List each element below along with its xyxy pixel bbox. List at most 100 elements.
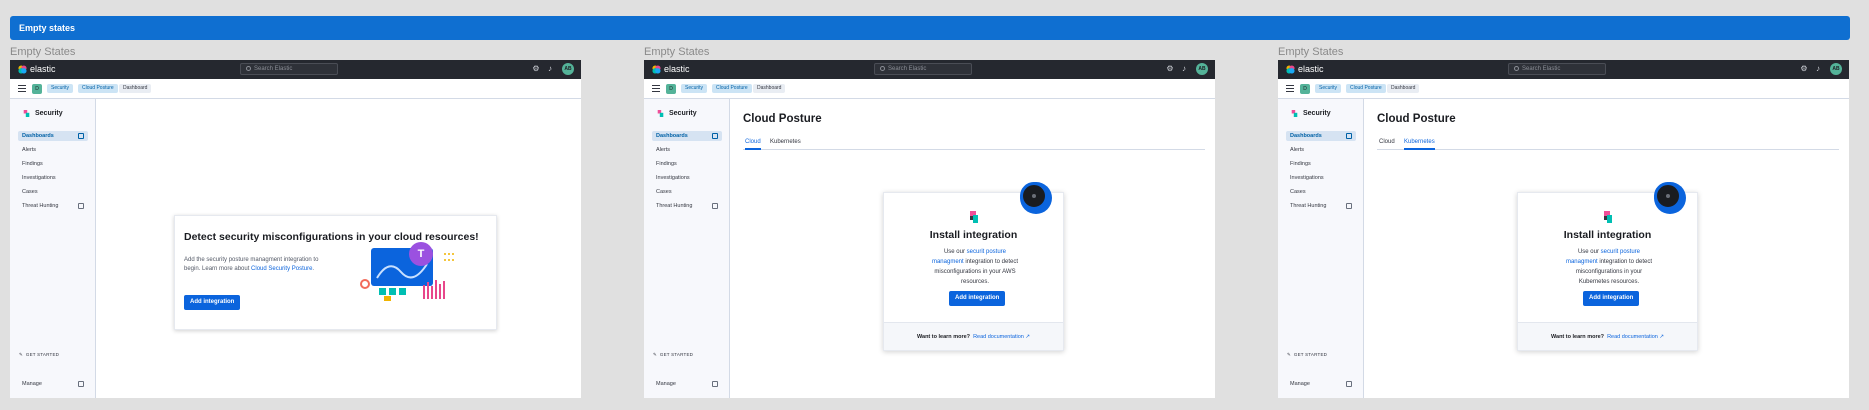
help-icon[interactable]: ⚙ (532, 65, 540, 73)
bell-icon[interactable]: ♪ (546, 65, 554, 73)
nav-label: Cases (656, 189, 672, 195)
search-input[interactable]: Search Elastic (874, 63, 972, 75)
bell-icon[interactable]: ♪ (1814, 65, 1822, 73)
hamburger-icon[interactable] (18, 85, 26, 92)
sidebar-title-text: Security (1303, 110, 1331, 117)
read-documentation-link[interactable]: Read documentation (1607, 334, 1658, 340)
elastic-logo[interactable]: elastic (18, 64, 56, 74)
sidebar-item-threat-hunting[interactable]: Threat Hunting (1286, 201, 1356, 211)
side-nav: Security Dashboards Alerts Findings Inve… (644, 99, 730, 398)
nav-label: Investigations (1290, 175, 1324, 181)
user-avatar[interactable]: AB (1196, 63, 1208, 75)
grid-icon[interactable] (78, 203, 84, 209)
tab-kubernetes[interactable]: Kubernetes (770, 137, 801, 150)
sidebar-item-alerts[interactable]: Alerts (1286, 145, 1356, 155)
space-badge[interactable]: D (32, 84, 42, 94)
grid-icon[interactable] (1346, 133, 1352, 139)
grid-icon[interactable] (712, 381, 718, 387)
breadcrumb-bar: D Security Cloud Posture Dashboard (10, 79, 581, 99)
empty-state-panel: Detect security misconfigurations in you… (174, 215, 497, 330)
breadcrumb-cloud-posture[interactable]: Cloud Posture (78, 84, 118, 93)
sidebar-item-cases[interactable]: Cases (652, 187, 722, 197)
sidebar-item-dashboards[interactable]: Dashboards (1286, 131, 1356, 141)
grid-icon[interactable] (712, 203, 718, 209)
nav-label: Threat Hunting (656, 203, 693, 209)
footer-question: Want to learn more? (1551, 334, 1604, 340)
grid-icon[interactable] (78, 381, 84, 387)
sidebar-item-findings[interactable]: Findings (652, 159, 722, 169)
nav-label: Investigations (656, 175, 690, 181)
search-input[interactable]: Search Elastic (240, 63, 338, 75)
top-header: elastic Search Elastic ⚙ ♪ AB (10, 60, 581, 79)
record-knob-icon (1654, 182, 1682, 210)
user-avatar[interactable]: AB (1830, 63, 1842, 75)
search-placeholder: Search Elastic (1522, 66, 1561, 72)
breadcrumb-cloud-posture[interactable]: Cloud Posture (712, 84, 752, 93)
sidebar-item-cases[interactable]: Cases (18, 187, 88, 197)
breadcrumb-cloud-posture[interactable]: Cloud Posture (1346, 84, 1386, 93)
get-started-link[interactable]: ✎ GET STARTED (1287, 352, 1327, 358)
top-header: elastic Search Elastic ⚙ ♪ AB (644, 60, 1215, 79)
rocket-icon: ✎ (1287, 352, 1291, 357)
grid-icon[interactable] (712, 133, 718, 139)
sidebar-item-findings[interactable]: Findings (18, 159, 88, 169)
grid-icon[interactable] (78, 133, 84, 139)
tab-cloud[interactable]: Cloud (745, 137, 761, 150)
add-integration-button[interactable]: Add integration (1583, 291, 1640, 306)
sidebar-item-threat-hunting[interactable]: Threat Hunting (652, 201, 722, 211)
space-badge[interactable]: D (1300, 84, 1310, 94)
page-title: Cloud Posture (743, 113, 822, 125)
elastic-logo[interactable]: elastic (1286, 64, 1324, 74)
hamburger-icon[interactable] (652, 85, 660, 92)
breadcrumb-security[interactable]: Security (1315, 84, 1342, 93)
breadcrumb-security[interactable]: Security (47, 84, 74, 93)
manage-label: Manage (1290, 381, 1310, 387)
get-started-link[interactable]: ✎ GET STARTED (653, 352, 693, 358)
sidebar-item-alerts[interactable]: Alerts (652, 145, 722, 155)
breadcrumb-dashboard: Dashboard (119, 84, 152, 93)
hamburger-icon[interactable] (1286, 85, 1294, 92)
sidebar-item-cases[interactable]: Cases (1286, 187, 1356, 197)
logo-text: elastic (1298, 64, 1324, 74)
manage-link[interactable]: Manage (1286, 381, 1356, 387)
search-input[interactable]: Search Elastic (1508, 63, 1606, 75)
sidebar-item-investigations[interactable]: Investigations (652, 173, 722, 183)
get-started-link[interactable]: ✎ GET STARTED (19, 352, 59, 358)
manage-link[interactable]: Manage (18, 381, 88, 387)
tab-kubernetes[interactable]: Kubernetes (1404, 137, 1435, 150)
sidebar-item-investigations[interactable]: Investigations (1286, 173, 1356, 183)
sidebar-item-findings[interactable]: Findings (1286, 159, 1356, 169)
sidebar-item-dashboards[interactable]: Dashboards (652, 131, 722, 141)
nav-label: Alerts (656, 147, 671, 153)
cloud-security-posture-link[interactable]: Cloud Security Posture (251, 266, 312, 272)
space-badge[interactable]: D (666, 84, 676, 94)
sidebar-title: Security (23, 110, 63, 117)
sidebar-item-dashboards[interactable]: Dashboards (18, 131, 88, 141)
add-integration-button[interactable]: Add integration (949, 291, 1006, 306)
sidebar-item-threat-hunting[interactable]: Threat Hunting (18, 201, 88, 211)
read-documentation-link[interactable]: Read documentation (973, 334, 1024, 340)
desc-end: . (312, 266, 315, 272)
grid-icon[interactable] (1346, 203, 1352, 209)
help-icon[interactable]: ⚙ (1800, 65, 1808, 73)
grid-icon[interactable] (1346, 381, 1352, 387)
logo-text: elastic (30, 64, 56, 74)
get-started-label: GET STARTED (1293, 352, 1328, 357)
elastic-logo-icon (1286, 64, 1295, 74)
body-pre: Use our (943, 249, 967, 255)
breadcrumb-security[interactable]: Security (681, 84, 708, 93)
sidebar-item-investigations[interactable]: Investigations (18, 173, 88, 183)
bell-icon[interactable]: ♪ (1180, 65, 1188, 73)
card-title: Install integration (929, 229, 1018, 241)
user-avatar[interactable]: AB (562, 63, 574, 75)
manage-link[interactable]: Manage (652, 381, 722, 387)
nav-label: Threat Hunting (1290, 203, 1327, 209)
nav-label: Dashboards (656, 133, 688, 139)
help-icon[interactable]: ⚙ (1166, 65, 1174, 73)
install-integration-card: Install integration Use our securit post… (1517, 192, 1698, 351)
elastic-logo[interactable]: elastic (652, 64, 690, 74)
security-logo-icon (970, 211, 978, 223)
add-integration-button[interactable]: Add integration (184, 295, 241, 310)
sidebar-item-alerts[interactable]: Alerts (18, 145, 88, 155)
tab-cloud[interactable]: Cloud (1379, 137, 1395, 150)
